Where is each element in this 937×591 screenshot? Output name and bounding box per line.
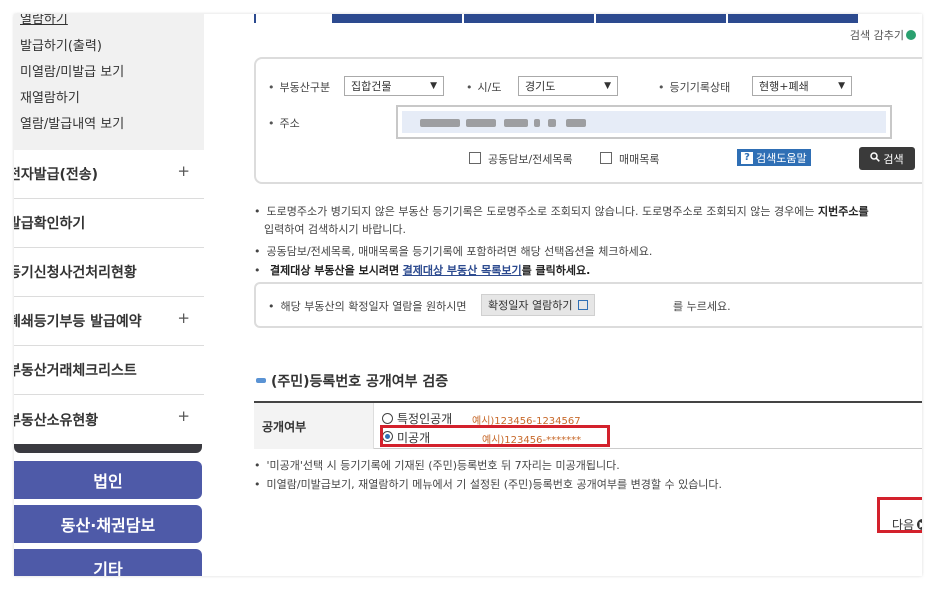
property-type-label: 부동산구분	[268, 79, 331, 95]
joint-collateral-label: 공동담보/전세목록	[488, 153, 573, 166]
redacted-text	[548, 119, 556, 127]
sidebar-item-closed-reservation[interactable]: 폐쇄등기부등 발급예약 +	[14, 297, 204, 346]
property-type-select[interactable]: 집합건물 ▼	[344, 76, 444, 96]
section-bullet-icon	[256, 378, 266, 383]
confirm-date-view-button[interactable]: 확정일자 열람하기	[481, 294, 596, 316]
disclosure-note-1: '미공개'선택 시 등기기록에 기재된 (주민)등록번호 뒤 7자리는 미공개됩…	[254, 457, 620, 473]
redacted-text	[504, 119, 528, 127]
notice-bold-text: 결제대상 부동산을 보시려면	[270, 264, 400, 277]
search-toggle[interactable]: 검색 감추기	[850, 27, 916, 43]
address-label: 주소	[268, 115, 300, 131]
trade-list-checkbox[interactable]	[600, 152, 612, 164]
chevron-down-icon: ▼	[430, 81, 437, 91]
sidebar-button-movable[interactable]: 동산·채권담보	[14, 505, 202, 543]
sidebar-item-label: 전자발급(전송)	[14, 167, 99, 183]
notice-checkbox-option: 공동담보/전세목록, 매매목록을 등기기록에 포함하려면 해당 선택옵션을 체크…	[254, 243, 653, 261]
tab-bar	[254, 14, 874, 23]
sidebar-item-label: 부동산거래체크리스트	[14, 363, 137, 379]
highlight-box	[380, 425, 610, 447]
confirm-date-box: 해당 부동산의 확정일자 열람을 원하시면 확정일자 열람하기 를 누르세요.	[254, 282, 922, 328]
address-input-value-redacted	[402, 111, 886, 133]
sidebar-item-label: 발급확인하기	[14, 216, 86, 232]
browser-page: 열람하기 발급하기(출력) 미열람/미발급 보기 재열람하기 열람/발급내역 보…	[14, 14, 922, 576]
sidebar-button-corporation[interactable]: 법인	[14, 461, 202, 499]
notice-text: 도로명주소가 병기되지 않은 부동산 등기기록은 도로명주소로 조회되지 않습니…	[266, 205, 815, 218]
search-button-label: 검색	[883, 152, 904, 166]
joint-collateral-checkbox[interactable]	[469, 152, 481, 164]
search-icon	[870, 152, 881, 165]
submenu-item-review[interactable]: 재열람하기	[20, 87, 80, 106]
sidebar-button-etc[interactable]: 기타	[14, 549, 202, 576]
region-label: 시/도	[466, 79, 502, 95]
expand-icon[interactable]: +	[177, 309, 190, 327]
help-icon: ?	[741, 151, 753, 164]
sidebar-item-verify[interactable]: 발급확인하기	[14, 199, 204, 248]
sidebar-item-ownership[interactable]: 부동산소유현황 +	[14, 395, 204, 444]
toggle-icon	[906, 30, 916, 40]
search-button[interactable]: 검색	[859, 147, 915, 170]
disclosure-note-2: 미열람/미발급보기, 재열람하기 메뉴에서 기 설정된 (주민)등록번호 공개여…	[254, 476, 723, 492]
notice-bold-text: 지번주소를	[817, 205, 869, 218]
tab[interactable]	[596, 14, 726, 23]
notice-road-address-cont: 입력하여 검색하시기 바랍니다.	[264, 223, 407, 236]
chevron-down-icon: ▼	[604, 81, 611, 91]
section-title: (주민)등록번호 공개여부 검증	[256, 371, 448, 391]
region-select[interactable]: 경기도 ▼	[518, 76, 618, 96]
disclosure-header: 공개여부	[254, 403, 374, 449]
record-status-value: 현행+폐쇄	[759, 80, 809, 93]
search-toggle-label: 검색 감추기	[849, 29, 904, 42]
tab[interactable]	[254, 14, 330, 23]
address-input[interactable]	[396, 105, 892, 139]
record-status-select[interactable]: 현행+폐쇄 ▼	[752, 76, 852, 96]
redacted-text	[566, 119, 586, 127]
sidebar-divider	[14, 444, 202, 453]
highlight-box	[877, 497, 922, 533]
sidebar-item-label: 부동산소유현황	[14, 412, 99, 429]
sidebar-item-label: 등기신청사건처리현황	[14, 265, 137, 281]
confirm-date-after-text: 를 누르세요.	[673, 300, 731, 313]
confirm-date-view-label: 확정일자 열람하기	[488, 299, 573, 312]
redacted-text	[534, 119, 540, 127]
tab[interactable]	[464, 14, 594, 23]
submenu-item-history[interactable]: 열람/발급내역 보기	[20, 113, 124, 132]
expand-icon[interactable]: +	[177, 407, 190, 425]
sidebar-item-label: 폐쇄등기부등 발급예약	[14, 314, 142, 330]
submenu-item-view[interactable]: 열람하기	[20, 14, 68, 27]
property-type-value: 집합건물	[351, 80, 392, 93]
notice-road-address: 도로명주소가 병기되지 않은 부동산 등기기록은 도로명주소로 조회되지 않습니…	[254, 203, 869, 221]
sidebar-submenu: 열람하기 발급하기(출력) 미열람/미발급 보기 재열람하기 열람/발급내역 보…	[14, 14, 204, 150]
redacted-text	[466, 119, 496, 127]
main-content: 검색 감추기 부동산구분 집합건물 ▼ 시/도 경기도 ▼ 등기기록상태 현행+폐쇄…	[204, 14, 922, 576]
sidebar-item-case-status[interactable]: 등기신청사건처리현황	[14, 248, 204, 297]
region-value: 경기도	[525, 80, 556, 93]
external-link-icon	[578, 300, 589, 310]
trade-list-label: 매매목록	[619, 153, 660, 166]
sidebar-item-checklist[interactable]: 부동산거래체크리스트	[14, 346, 204, 395]
search-help-label: 검색도움말	[756, 151, 807, 165]
submenu-item-unviewed[interactable]: 미열람/미발급 보기	[20, 61, 124, 80]
notice-payment-target: 결제대상 부동산을 보시려면 결제대상 부동산 목록보기를 클릭하세요.	[254, 262, 590, 280]
section-title-text: (주민)등록번호 공개여부 검증	[271, 374, 449, 390]
payment-target-list-link[interactable]: 결제대상 부동산 목록보기	[403, 264, 522, 277]
radio-specific-disclosure[interactable]	[382, 413, 393, 424]
tab[interactable]	[728, 14, 858, 23]
tab[interactable]	[332, 14, 462, 23]
submenu-item-issue[interactable]: 발급하기(출력)	[20, 35, 102, 54]
sidebar: 열람하기 발급하기(출력) 미열람/미발급 보기 재열람하기 열람/발급내역 보…	[14, 14, 204, 576]
redacted-text	[420, 119, 460, 127]
notice-bold-text: 를 클릭하세요.	[521, 264, 591, 277]
sidebar-item-e-issue[interactable]: 전자발급(전송) +	[14, 150, 204, 199]
search-help-button[interactable]: ? 검색도움말	[737, 149, 811, 166]
search-form: 부동산구분 집합건물 ▼ 시/도 경기도 ▼ 등기기록상태 현행+폐쇄 ▼ 주소	[254, 57, 922, 184]
chevron-down-icon: ▼	[838, 81, 845, 91]
expand-icon[interactable]: +	[177, 162, 190, 180]
record-status-label: 등기기록상태	[658, 79, 731, 95]
confirm-date-text: 해당 부동산의 확정일자 열람을 원하시면	[268, 298, 467, 314]
